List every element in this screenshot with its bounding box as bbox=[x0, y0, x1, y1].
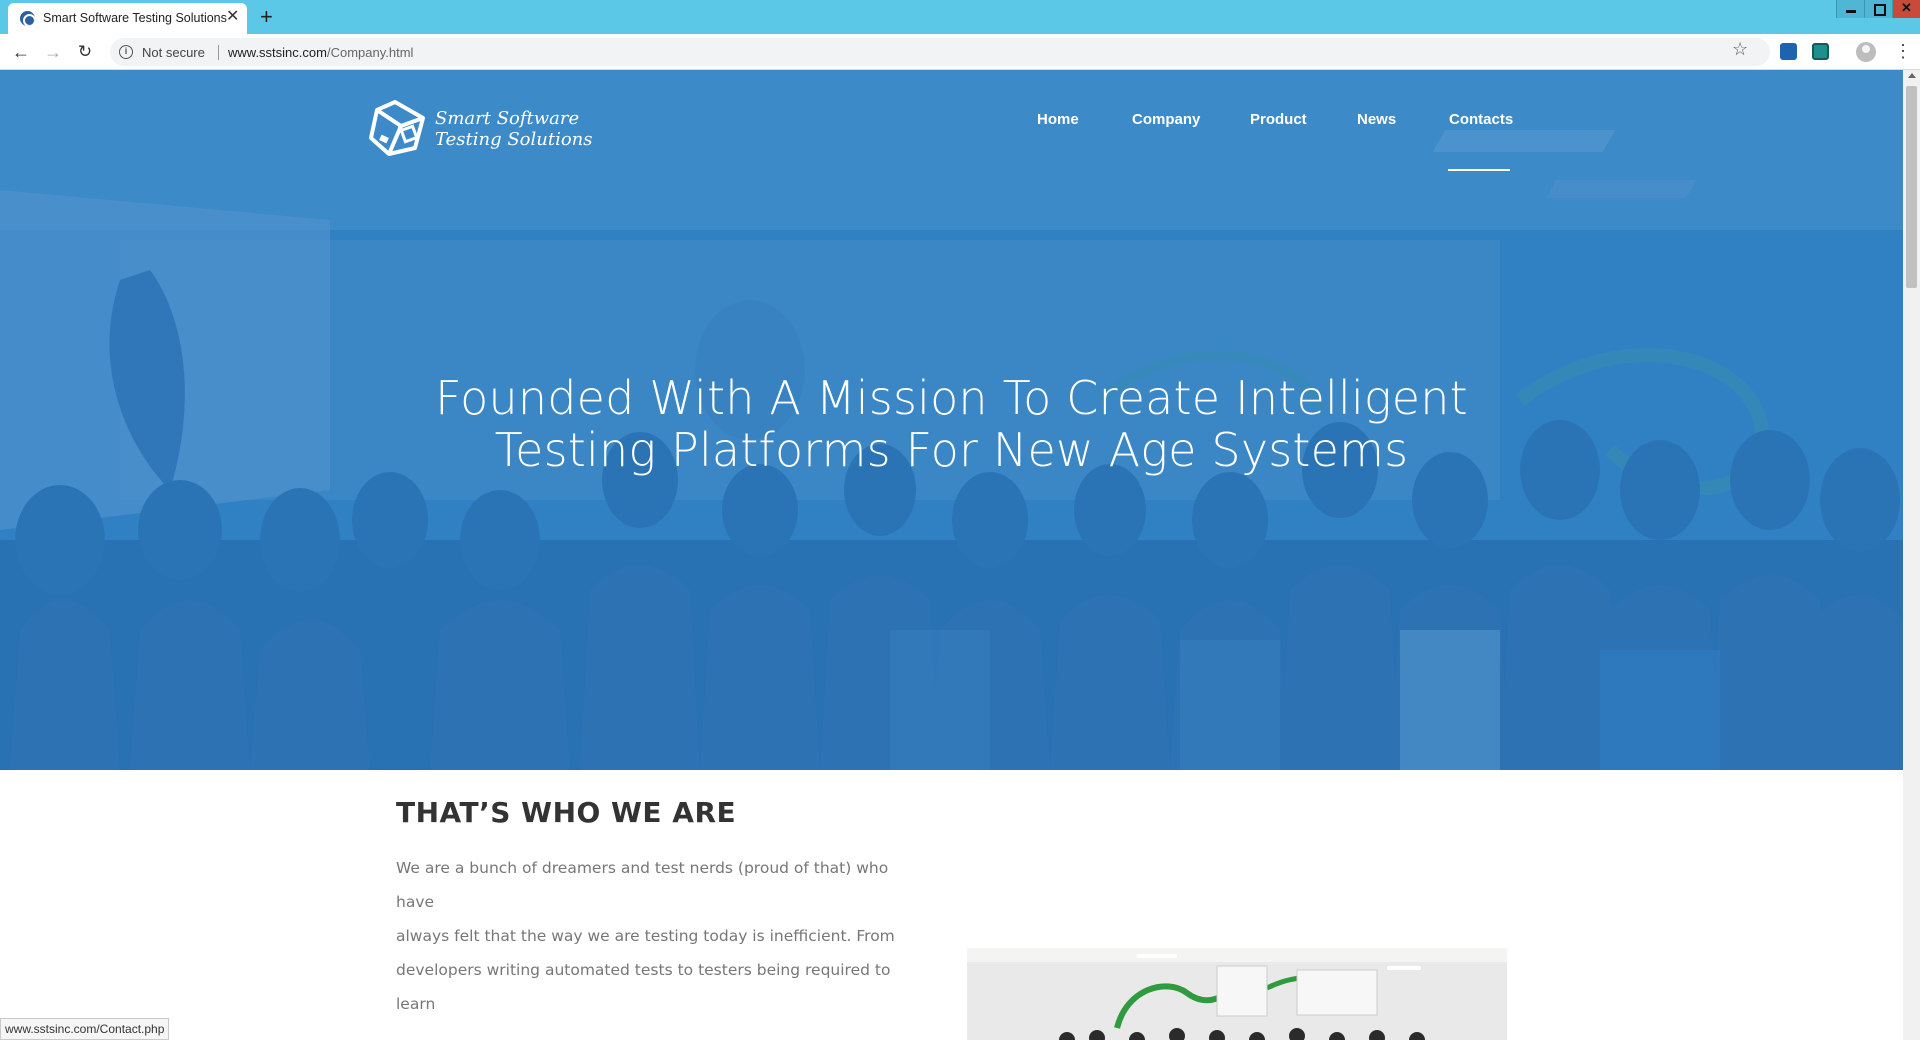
tab-title: Smart Software Testing Solutions bbox=[43, 11, 227, 25]
address-separator bbox=[218, 45, 219, 60]
nav-company[interactable]: Company bbox=[1132, 111, 1200, 128]
browser-tab[interactable]: Smart Software Testing Solutions ✕ bbox=[8, 3, 247, 34]
cube-logo-icon bbox=[369, 100, 425, 156]
url-path: /Company.html bbox=[326, 45, 414, 60]
about-line-1: We are a bunch of dreamers and test nerd… bbox=[396, 859, 889, 911]
restore-button[interactable] bbox=[1864, 0, 1892, 18]
site-logo[interactable]: Smart Software Testing Solutions bbox=[367, 98, 593, 160]
new-tab-button[interactable]: + bbox=[260, 3, 273, 31]
browser-tabstrip: Smart Software Testing Solutions ✕ + bbox=[0, 0, 1920, 34]
browser-toolbar: ← → ↻ i Not secure www.sstsinc.com/Compa… bbox=[0, 34, 1920, 70]
about-line-2: always felt that the way we are testing … bbox=[396, 927, 895, 945]
window-controls bbox=[1836, 0, 1920, 18]
about-paragraph: We are a bunch of dreamers and test nerd… bbox=[396, 851, 926, 1021]
security-label: Not secure bbox=[142, 45, 205, 60]
nav-news[interactable]: News bbox=[1357, 111, 1396, 128]
minimize-button[interactable] bbox=[1836, 0, 1864, 18]
back-arrow-icon[interactable]: ← bbox=[10, 41, 32, 63]
page-scrollbar[interactable] bbox=[1903, 70, 1920, 1040]
about-line-3: developers writing automated tests to te… bbox=[396, 961, 891, 1013]
about-heading: THAT’S WHO WE ARE bbox=[396, 796, 737, 829]
hero-title: Founded With A Mission To Create Intelli… bbox=[300, 372, 1603, 476]
status-bar-url: www.sstsinc.com/Contact.php bbox=[0, 1018, 170, 1040]
page-viewport: Smart Software Testing Solutions Home Co… bbox=[0, 70, 1903, 1040]
extension-icon[interactable] bbox=[1780, 43, 1797, 60]
url-text[interactable]: www.sstsinc.com/Company.html bbox=[228, 45, 413, 60]
reload-icon[interactable]: ↻ bbox=[74, 41, 96, 63]
hero-banner: Smart Software Testing Solutions Home Co… bbox=[0, 70, 1903, 770]
address-bar[interactable]: i Not secure www.sstsinc.com/Company.htm… bbox=[110, 38, 1770, 66]
extension-icon[interactable] bbox=[1812, 43, 1829, 60]
nav-home[interactable]: Home bbox=[1037, 111, 1079, 128]
logo-line-2: Testing Solutions bbox=[435, 129, 593, 150]
team-photo-image bbox=[967, 948, 1507, 1040]
team-photo bbox=[967, 948, 1507, 1040]
hero-title-line-1: Founded With A Mission To Create Intelli… bbox=[435, 371, 1468, 425]
logo-wordmark: Smart Software Testing Solutions bbox=[435, 108, 593, 150]
scroll-up-arrow-icon[interactable] bbox=[1908, 73, 1916, 78]
scrollbar-thumb[interactable] bbox=[1906, 86, 1917, 288]
bookmark-star-icon[interactable]: ☆ bbox=[1732, 39, 1748, 60]
nav-product[interactable]: Product bbox=[1250, 111, 1307, 128]
nav-active-underline bbox=[1448, 169, 1510, 171]
hero-title-line-2: Testing Platforms For New Age Systems bbox=[494, 423, 1409, 477]
site-favicon-icon bbox=[20, 11, 35, 26]
info-icon[interactable]: i bbox=[119, 45, 133, 59]
close-window-button[interactable] bbox=[1892, 0, 1920, 18]
close-tab-icon[interactable]: ✕ bbox=[226, 8, 239, 26]
profile-avatar-icon[interactable] bbox=[1856, 42, 1876, 62]
browser-menu-icon[interactable]: ⋮ bbox=[1894, 40, 1912, 62]
url-host: www.sstsinc.com bbox=[228, 45, 327, 60]
logo-line-1: Smart Software bbox=[435, 108, 580, 129]
forward-arrow-icon[interactable]: → bbox=[42, 41, 64, 63]
nav-contacts[interactable]: Contacts bbox=[1449, 111, 1513, 128]
